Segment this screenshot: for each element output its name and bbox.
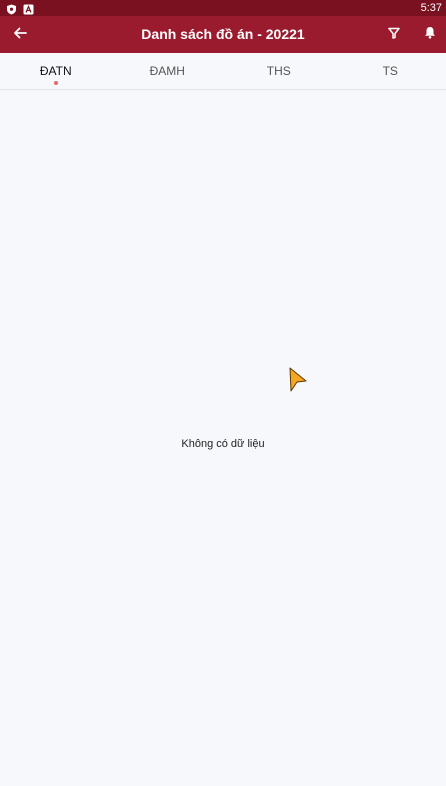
tab-label: THS xyxy=(266,64,291,78)
tab-label: ĐAMH xyxy=(149,64,185,78)
notifications-button[interactable] xyxy=(418,23,442,47)
status-bar: 5:37 xyxy=(0,0,446,16)
tab-label: TS xyxy=(382,64,398,78)
content-area: Không có dữ liệu xyxy=(0,90,446,786)
a-icon xyxy=(23,2,34,15)
page-title: Danh sách đồ án - 20221 xyxy=(141,26,305,42)
tab-damh[interactable]: ĐAMH xyxy=(112,53,224,89)
shield-icon xyxy=(6,2,17,15)
active-tab-indicator xyxy=(53,81,58,85)
app-screen: 5:37 Danh sách đồ án - 20221 ĐATN ĐAMH T… xyxy=(0,0,446,786)
tab-datn[interactable]: ĐATN xyxy=(0,53,112,89)
status-icons xyxy=(6,2,34,15)
tab-ts[interactable]: TS xyxy=(335,53,446,89)
bell-icon xyxy=(424,26,436,44)
back-arrow-icon xyxy=(13,26,27,45)
filter-button[interactable] xyxy=(382,23,406,47)
tab-ths[interactable]: THS xyxy=(223,53,335,89)
filter-icon xyxy=(388,26,400,44)
empty-state-message: Không có dữ liệu xyxy=(181,438,265,450)
mouse-cursor-icon xyxy=(288,367,308,393)
tab-label: ĐATN xyxy=(39,64,72,78)
status-time: 5:37 xyxy=(420,2,442,14)
app-bar: Danh sách đồ án - 20221 xyxy=(0,16,446,53)
tab-bar: ĐATN ĐAMH THS TS xyxy=(0,53,446,90)
back-button[interactable] xyxy=(8,23,32,47)
